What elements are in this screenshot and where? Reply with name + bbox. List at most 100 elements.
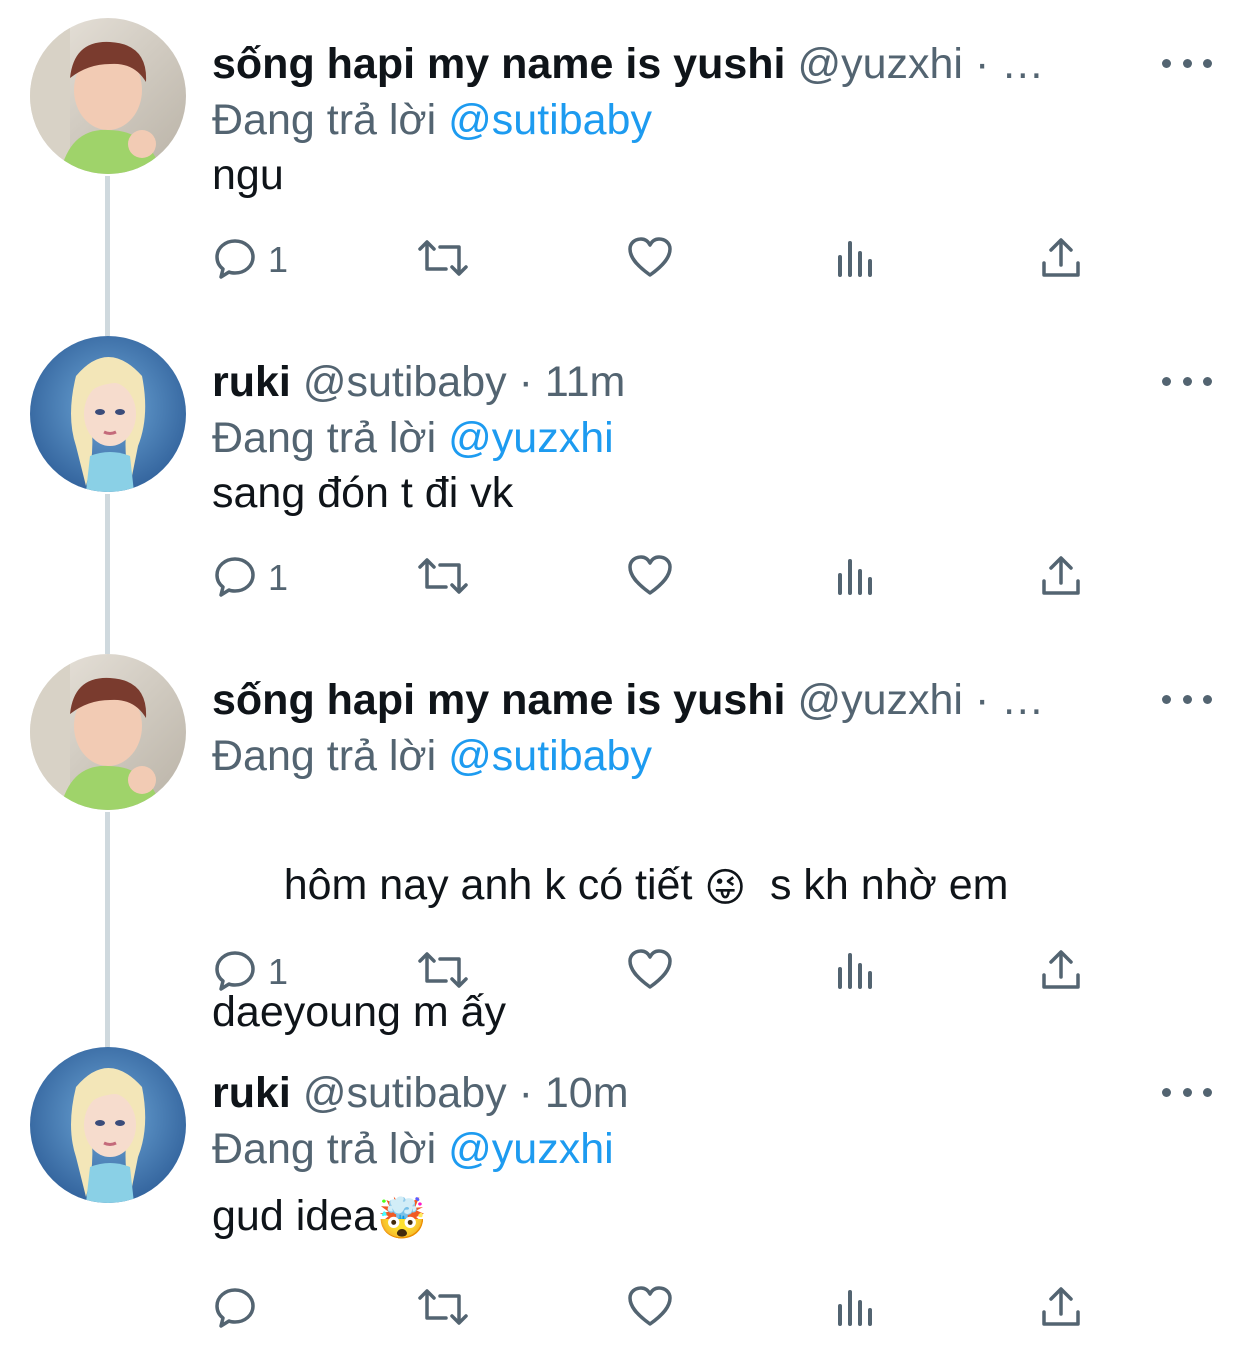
share-button[interactable] [1038, 548, 1084, 608]
tweet-text-line: ngu [212, 151, 284, 199]
retweet-icon [414, 235, 472, 286]
replying-to-label: Đang trả lời [212, 96, 437, 144]
tweet-text: hôm nay anh k có tiết 😜 s kh nhờ em daey… [212, 792, 1112, 1043]
reply-button[interactable]: 1 [212, 230, 288, 290]
avatar[interactable] [30, 1047, 186, 1203]
replying-to-mention[interactable]: @sutibaby [448, 96, 652, 144]
more-icon[interactable] [1162, 1077, 1212, 1107]
tweet-actions: 1 [212, 942, 1112, 1002]
reply-button[interactable]: 1 [212, 942, 288, 1002]
reply-count: 1 [268, 557, 289, 598]
exploding-head-emoji: 🤯 [377, 1197, 427, 1241]
replying-to: Đang trả lời @sutibaby [212, 92, 652, 148]
timestamp[interactable]: … [1001, 40, 1044, 88]
like-button[interactable] [626, 1279, 674, 1339]
retweet-button[interactable] [414, 548, 472, 608]
tweet-text-part: hôm nay anh k có tiết [283, 861, 705, 909]
views-button[interactable] [834, 230, 876, 290]
thread-line [105, 176, 110, 336]
display-name[interactable]: ruki [212, 358, 291, 406]
user-handle[interactable]: @yuzxhi [797, 40, 963, 88]
views-button[interactable] [834, 548, 876, 608]
replying-to: Đang trả lời @yuzxhi [212, 410, 614, 466]
retweet-button[interactable] [414, 1279, 472, 1339]
heart-icon [626, 235, 674, 286]
tweet-text-part: gud idea [212, 1192, 377, 1240]
avatar[interactable] [30, 336, 186, 492]
like-button[interactable] [626, 230, 674, 290]
replying-to-mention[interactable]: @yuzxhi [448, 414, 614, 462]
retweet-icon [414, 553, 472, 604]
tweet-header: ruki @sutibaby · 11m [212, 356, 1122, 408]
display-name[interactable]: sống hapi my name is yushi [212, 676, 786, 724]
tweet-header: sống hapi my name is yushi @yuzxhi · … [212, 674, 1122, 726]
display-name[interactable]: sống hapi my name is yushi [212, 40, 786, 88]
replying-to-mention[interactable]: @yuzxhi [448, 1125, 614, 1173]
reply-button[interactable]: 1 [212, 548, 288, 608]
more-icon[interactable] [1162, 48, 1212, 78]
views-button[interactable] [834, 1279, 876, 1339]
timestamp[interactable]: 11m [545, 358, 625, 406]
share-button[interactable] [1038, 942, 1084, 1002]
replying-to-label: Đang trả lời [212, 1125, 437, 1173]
more-icon[interactable] [1162, 684, 1212, 714]
more-icon[interactable] [1162, 366, 1212, 396]
reply-icon [212, 1284, 258, 1335]
reply-icon [212, 235, 258, 286]
tweet-header: sống hapi my name is yushi @yuzxhi · … [212, 38, 1122, 90]
share-icon [1038, 553, 1084, 604]
separator-dot: · [974, 676, 990, 724]
avatar[interactable] [30, 654, 186, 810]
separator-dot: · [518, 1069, 533, 1117]
tweet-text-part: s kh nhờ em [746, 861, 1009, 909]
views-icon [834, 553, 876, 604]
share-button[interactable] [1038, 1279, 1084, 1339]
reply-icon [212, 553, 258, 604]
tweet-actions: 1 [212, 230, 1112, 290]
tweet-text: ngu [212, 144, 1112, 206]
replying-to: Đang trả lời @sutibaby [212, 728, 652, 784]
tweet-text-line: sang đón t đi vk [212, 469, 514, 517]
user-handle[interactable]: @sutibaby [303, 358, 507, 406]
tweet-text: sang đón t đi vk [212, 462, 1112, 524]
separator-dot: · [518, 358, 533, 406]
user-handle[interactable]: @yuzxhi [797, 676, 963, 724]
reply-count: 1 [268, 951, 289, 992]
tweet-actions: 1 [212, 548, 1112, 608]
views-icon [834, 235, 876, 286]
retweet-icon [414, 1284, 472, 1335]
tweet-actions [212, 1279, 1112, 1339]
reply-icon [212, 947, 258, 998]
views-icon [834, 947, 876, 998]
tweet-header: ruki @sutibaby · 10m [212, 1067, 1122, 1119]
replying-to: Đang trả lời @yuzxhi [212, 1121, 614, 1177]
thread-line [105, 494, 110, 654]
retweet-button[interactable] [414, 942, 472, 1002]
thread-line [105, 812, 110, 1048]
like-button[interactable] [626, 548, 674, 608]
like-button[interactable] [626, 942, 674, 1002]
reply-button[interactable] [212, 1279, 268, 1339]
views-button[interactable] [834, 942, 876, 1002]
timestamp[interactable]: 10m [545, 1069, 629, 1117]
separator-dot: · [974, 40, 990, 88]
heart-icon [626, 1284, 674, 1335]
winking-tongue-emoji: 😜 [704, 866, 747, 910]
reply-count: 1 [268, 239, 289, 280]
share-icon [1038, 1284, 1084, 1335]
retweet-button[interactable] [414, 230, 472, 290]
views-icon [834, 1284, 876, 1335]
display-name[interactable]: ruki [212, 1069, 291, 1117]
share-icon [1038, 947, 1084, 998]
replying-to-label: Đang trả lời [212, 732, 437, 780]
avatar[interactable] [30, 18, 186, 174]
timestamp[interactable]: … [1001, 676, 1044, 724]
replying-to-mention[interactable]: @sutibaby [448, 732, 652, 780]
tweet-text: gud idea🤯 [212, 1185, 1112, 1250]
share-button[interactable] [1038, 230, 1084, 290]
share-icon [1038, 235, 1084, 286]
retweet-icon [414, 947, 472, 998]
user-handle[interactable]: @sutibaby [303, 1069, 507, 1117]
heart-icon [626, 553, 674, 604]
replying-to-label: Đang trả lời [212, 414, 437, 462]
